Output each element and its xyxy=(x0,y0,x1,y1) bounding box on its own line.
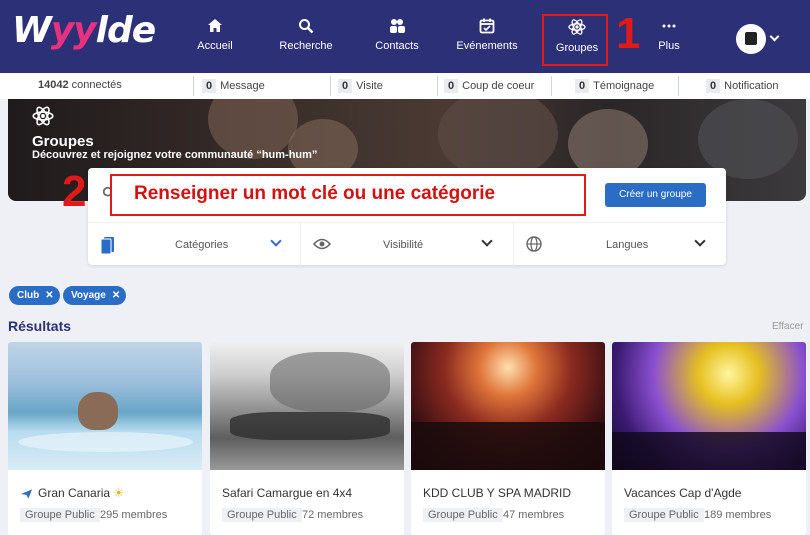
status-bar: 14042 connectés 0 Message 0 Visite 0 Coup d… xyxy=(0,73,810,99)
group-visibility-badge: Groupe Public xyxy=(20,508,100,522)
group-image xyxy=(411,342,605,470)
stat-visite[interactable]: 0 Visite xyxy=(338,79,383,93)
group-name: Vacances Cap d'Agde xyxy=(624,486,742,500)
contacts-icon xyxy=(390,19,405,33)
stat-coup-de-coeur[interactable]: 0 Coup de coeur xyxy=(444,79,534,93)
temoignage-count: 0 xyxy=(575,79,590,93)
nav-contacts[interactable]: Contacts xyxy=(374,18,420,66)
filter-categories-label: Catégories xyxy=(175,239,229,251)
group-members: 189 membres xyxy=(704,509,772,521)
stat-message[interactable]: 0 Message xyxy=(202,79,265,93)
filter-langues[interactable]: Langues xyxy=(514,223,726,266)
filter-categories[interactable]: Catégories xyxy=(88,223,300,266)
calendar-icon xyxy=(479,18,495,34)
filter-tag-club[interactable]: Club ✕ xyxy=(9,286,60,305)
stat-temoignage[interactable]: 0 Témoignage xyxy=(575,79,654,93)
annotation-number-1: 1 xyxy=(616,9,641,58)
message-count: 0 xyxy=(202,79,217,93)
group-members: 72 membres xyxy=(302,509,364,521)
visite-count: 0 xyxy=(338,79,353,93)
stat-notification[interactable]: 0 Notification xyxy=(706,79,779,93)
notification-count: 0 xyxy=(706,79,721,93)
nav-accueil[interactable]: Accueil xyxy=(193,18,237,66)
plane-icon xyxy=(20,489,33,499)
group-visibility-badge: Groupe Public xyxy=(423,508,503,522)
atom-icon xyxy=(32,106,54,126)
filter-visibilite[interactable]: Visibilité xyxy=(301,223,513,266)
close-icon[interactable]: ✕ xyxy=(45,290,53,301)
group-image xyxy=(8,342,202,470)
nav-evenements[interactable]: Evénements xyxy=(456,18,518,66)
coeur-count: 0 xyxy=(444,79,459,93)
user-avatar[interactable] xyxy=(736,24,766,54)
group-image xyxy=(210,342,404,470)
filter-langues-label: Langues xyxy=(606,239,649,251)
connected-count: 14042 xyxy=(38,79,69,91)
visite-label: Visite xyxy=(356,80,383,92)
group-name: Safari Camargue en 4x4 xyxy=(222,486,353,500)
results-heading: Résultats xyxy=(8,318,72,334)
chevron-down-icon xyxy=(270,235,282,247)
nav-plus[interactable]: Plus xyxy=(655,18,683,66)
wyylde-logo[interactable]: Wyylde xyxy=(12,10,156,51)
coeur-label: Coup de coeur xyxy=(462,80,535,92)
search-input[interactable]: Renseigner un mot clé ou une catégorie xyxy=(110,174,586,216)
group-card[interactable]: Vacances Cap d'Agde Groupe Public 189 me… xyxy=(612,342,806,535)
page-title: Groupes xyxy=(32,133,94,150)
temoignage-label: Témoignage xyxy=(593,80,655,92)
filter-row: Catégories Visibilité Langues xyxy=(88,222,726,266)
group-name: Gran Canaria ☀ xyxy=(38,486,125,500)
group-image xyxy=(612,342,806,470)
nav-evenements-label: Evénements xyxy=(456,40,518,52)
search-panel: Renseigner un mot clé ou une catégorie C… xyxy=(88,168,726,266)
annotation-number-2: 2 xyxy=(62,167,87,216)
chevron-down-icon xyxy=(694,235,706,247)
connected-counter: 14042 connectés xyxy=(38,79,122,91)
groupes-highlight-box xyxy=(542,14,608,66)
home-icon xyxy=(208,19,222,32)
tag-label: Club xyxy=(17,290,40,301)
nav-recherche-label: Recherche xyxy=(279,40,333,52)
search-icon xyxy=(299,19,314,34)
group-card[interactable]: KDD CLUB Y SPA MADRID Groupe Public 47 m… xyxy=(411,342,605,535)
more-dots-icon xyxy=(662,24,676,28)
group-members: 295 membres xyxy=(100,509,168,521)
create-group-button[interactable]: Créer un groupe xyxy=(605,183,706,207)
connected-label: connectés xyxy=(71,79,122,91)
group-card[interactable]: Safari Camargue en 4x4 Groupe Public 72 … xyxy=(210,342,404,535)
eye-icon xyxy=(313,238,331,250)
nav-plus-label: Plus xyxy=(658,40,680,52)
tag-label: Voyage xyxy=(71,290,106,301)
group-members: 47 membres xyxy=(503,509,565,521)
bookmark-icon xyxy=(100,237,114,254)
group-card[interactable]: Gran Canaria ☀ Groupe Public 295 membres xyxy=(8,342,202,535)
search-annotation-text: Renseigner un mot clé ou une catégorie xyxy=(134,183,496,204)
globe-icon xyxy=(526,236,542,252)
page-subtitle: Découvrez et rejoignez votre communauté … xyxy=(32,149,318,161)
sun-icon: ☀ xyxy=(113,486,125,500)
nav-accueil-label: Accueil xyxy=(197,40,233,52)
message-label: Message xyxy=(220,80,265,92)
close-icon[interactable]: ✕ xyxy=(112,290,120,301)
clear-filters-link[interactable]: Effacer xyxy=(772,321,804,332)
notification-label: Notification xyxy=(724,80,779,92)
avatar-image xyxy=(745,32,757,45)
filter-tag-voyage[interactable]: Voyage ✕ xyxy=(63,286,127,305)
nav-contacts-label: Contacts xyxy=(375,40,419,52)
group-name: KDD CLUB Y SPA MADRID xyxy=(423,486,572,500)
nav-recherche[interactable]: Recherche xyxy=(278,18,334,66)
group-visibility-badge: Groupe Public xyxy=(222,508,302,522)
top-navigation: Wyylde Accueil Recherche Contacts Evénem… xyxy=(0,0,810,73)
chevron-down-icon[interactable] xyxy=(769,31,780,42)
chevron-down-icon xyxy=(481,235,493,247)
filter-visibilite-label: Visibilité xyxy=(383,239,424,251)
group-visibility-badge: Groupe Public xyxy=(624,508,704,522)
